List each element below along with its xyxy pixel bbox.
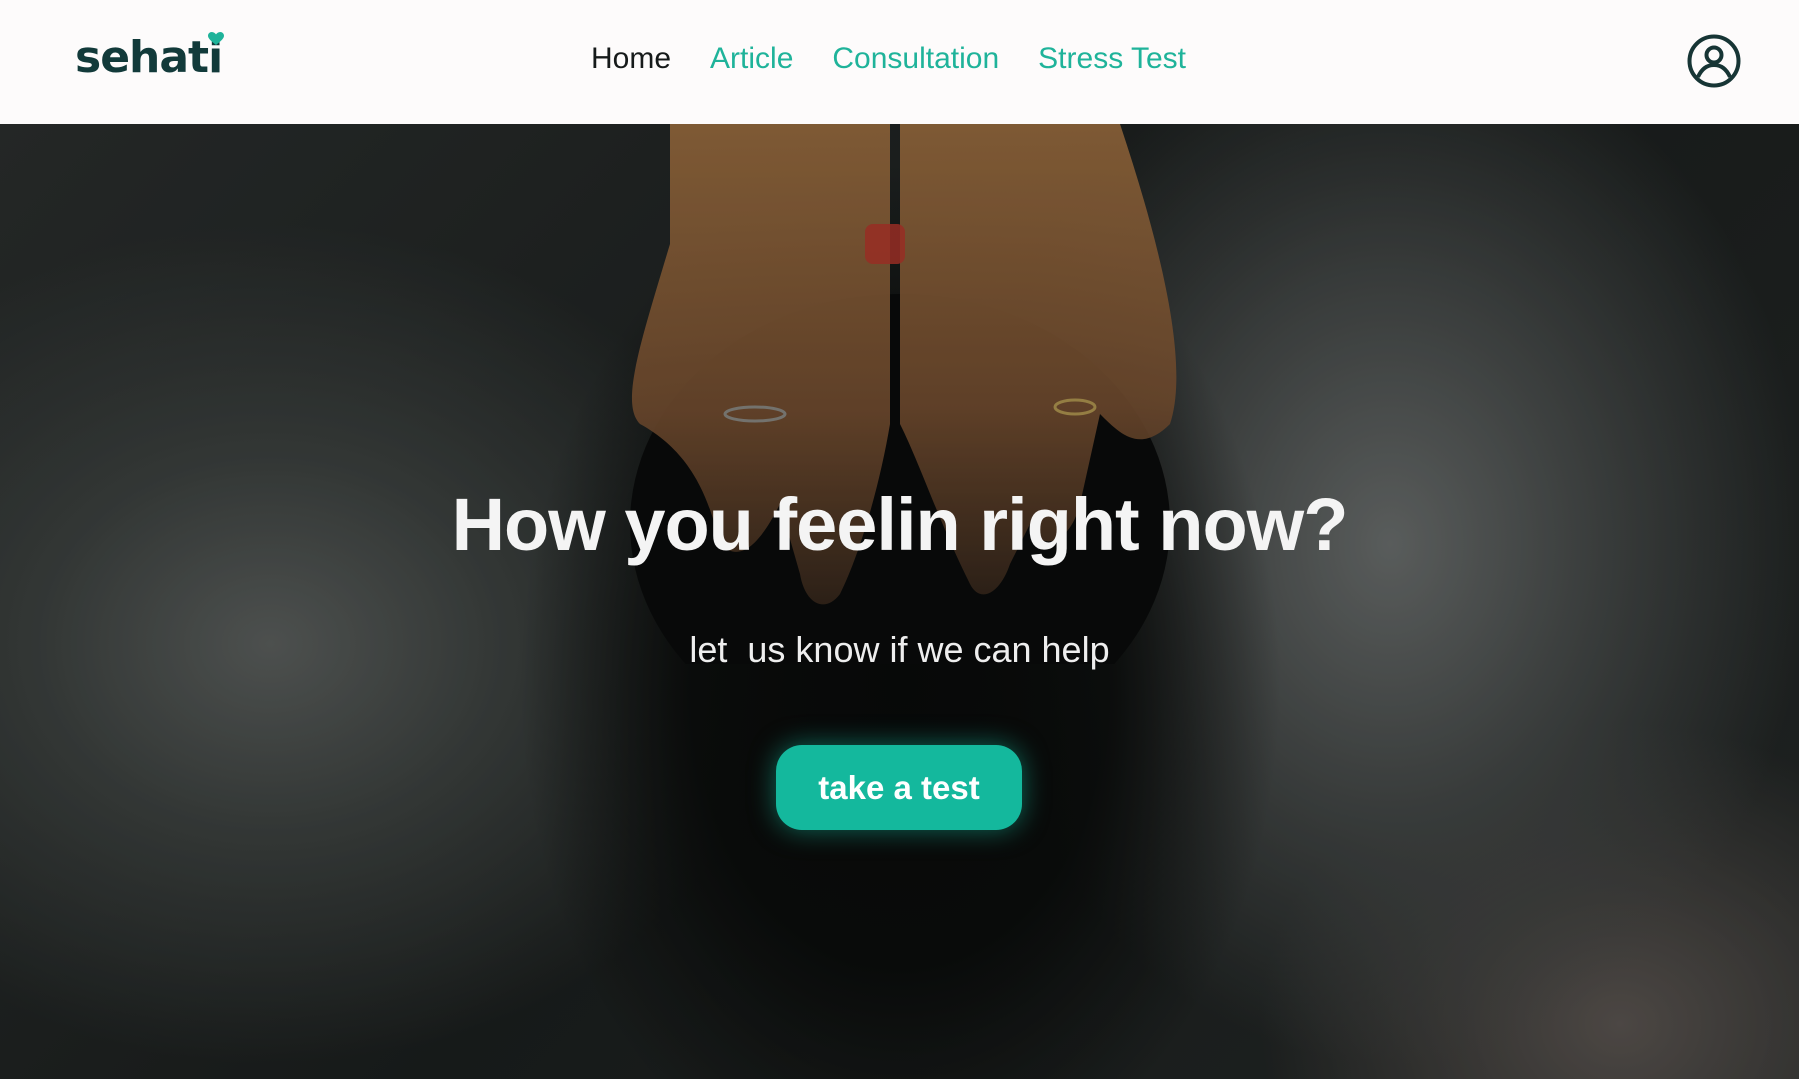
nav-home-link[interactable]: Home <box>591 44 671 74</box>
brand-logo[interactable]: sehati <box>75 32 225 80</box>
heart-icon <box>208 32 225 45</box>
nav-stress-test-link[interactable]: Stress Test <box>1038 44 1186 74</box>
take-test-button[interactable]: take a test <box>776 745 1022 830</box>
nav-consultation-link[interactable]: Consultation <box>832 44 999 74</box>
brand-name: sehati <box>75 32 223 83</box>
navbar: sehati Home Article Consultation Stress … <box>0 0 1799 124</box>
main-nav: Home Article Consultation Stress Test <box>591 44 1186 74</box>
hero-title: How you feelin right now? <box>451 483 1349 566</box>
hero-dim-overlay <box>0 124 1799 1079</box>
profile-button[interactable] <box>1687 34 1741 88</box>
hero-subtitle: let us know if we can help <box>689 629 1110 670</box>
user-circle-icon <box>1687 34 1741 88</box>
nav-article-link[interactable]: Article <box>710 44 793 74</box>
hero-section: How you feelin right now? let us know if… <box>0 124 1799 1079</box>
